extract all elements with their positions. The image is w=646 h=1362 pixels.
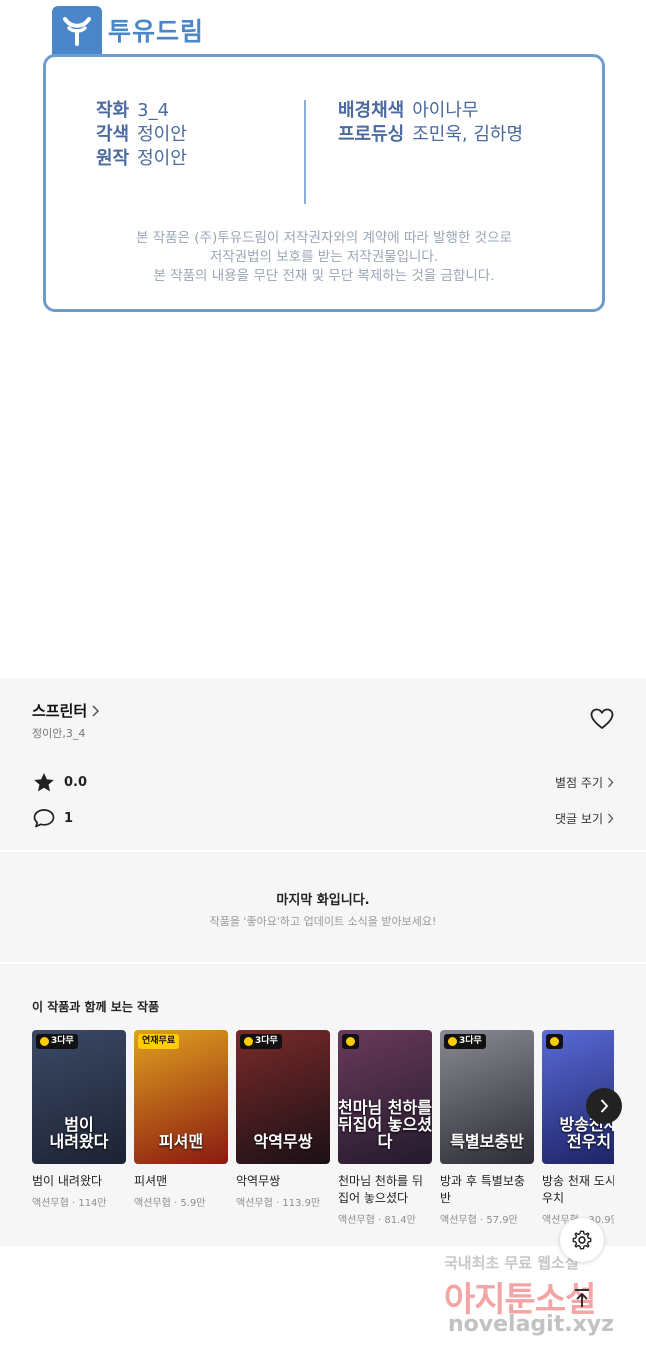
last-episode-section: 마지막 화입니다. 작품을 '좋아요'하고 업데이트 소식을 받아보세요! (0, 852, 646, 962)
notice-line: 본 작품은 (주)투유드림이 저작권자와의 계약에 따라 발행한 것으로 (136, 230, 512, 246)
credits-right-column: 배경채색 아이나무 프로듀싱 조민욱, 김하명 (338, 99, 523, 147)
credits-left-column: 작화 3_4 각색 정이안 원작 정이안 (96, 99, 187, 171)
rate-button[interactable]: 별점 주기 (555, 774, 614, 791)
like-heart-icon[interactable] (590, 708, 614, 734)
badge-label: 3다무 (459, 1036, 482, 1046)
chevron-right-icon (608, 777, 614, 787)
recommendation-card[interactable]: 방송천재 전우치방송 천재 도시 전우치액션무협 · 30.9만 (542, 1030, 614, 1226)
recommendation-card[interactable]: 3다무특별보충반방과 후 특별보충반액션무협 · 57.9만 (440, 1030, 534, 1226)
recommendation-title: 천마님 천하를 뒤집어 놓으셨다 (338, 1174, 423, 1205)
carousel-next-button[interactable] (586, 1088, 622, 1124)
clock-icon (244, 1037, 253, 1046)
recommendation-meta: 액션무협 · 114만 (32, 1198, 107, 1209)
free-badge: 3다무 (240, 1034, 282, 1049)
recommendations-carousel: 3다무 범이 내려왔다 범이 내려왔다 액션무협 · 114만 연재무료 피셔맨 피셔맨 액션… (32, 1030, 614, 1240)
recommendation-card[interactable]: 천마님 천하를 뒤집어 놓으셨다 천마님 천하를 뒤집어 놓으셨다 액션무협 · 8… (338, 1030, 432, 1226)
clock-icon (550, 1037, 559, 1046)
badge-label: 3다무 (51, 1036, 74, 1046)
recommendation-card[interactable]: 연재무료 피셔맨 피셔맨 액션무협 · 5.9만 (134, 1030, 228, 1209)
recommendation-title: 방과 후 특별보충반 (440, 1174, 525, 1205)
cover-title-art: 천마님 천하를 뒤집어 놓으셨다 (338, 1098, 432, 1151)
credit-row: 작화 3_4 (96, 99, 187, 123)
chevron-right-icon (608, 813, 614, 823)
rating-value: 0.0 (64, 774, 88, 790)
comment-count: 1 (64, 810, 74, 826)
cover-thumbnail: 연재무료피셔맨 (134, 1030, 228, 1164)
work-title: 스프린터 (32, 702, 88, 720)
credit-row: 원작 정이안 (96, 147, 187, 171)
recommendation-meta: 액션무협 · 113.9만 (236, 1198, 321, 1209)
rate-label: 별점 주기 (555, 775, 603, 790)
free-badge: 3다무 (444, 1034, 486, 1049)
clock-icon (448, 1037, 457, 1046)
recommendations-heading: 이 작품과 함께 보는 작품 (32, 1000, 160, 1014)
recommendations-section: 이 작품과 함께 보는 작품 3다무 범이 내려왔다 범이 내려왔다 액션무협 · 1… (0, 964, 646, 1246)
cover-title-art: 악역무쌍 (253, 1132, 313, 1151)
copyright-notice: 본 작품은 (주)투유드림이 저작권자와의 계약에 따라 발행한 것으로 저작권… (46, 229, 602, 286)
credit-role: 배경채색 (338, 100, 405, 121)
cover-title-art: 특별보충반 (450, 1132, 524, 1151)
last-episode-subtitle: 작품을 '좋아요'하고 업데이트 소식을 받아보세요! (209, 915, 437, 928)
credit-name: 아이나무 (412, 100, 479, 121)
recommendation-title: 방송 천재 도시 전우치 (542, 1174, 614, 1205)
notice-line: 본 작품의 내용을 무단 전재 및 무단 복제하는 것을 금합니다. (153, 268, 495, 284)
credit-name: 정이안 (137, 124, 187, 145)
credit-row: 각색 정이안 (96, 123, 187, 147)
cover-thumbnail: 3다무특별보충반 (440, 1030, 534, 1164)
scroll-top-button[interactable] (560, 1276, 604, 1320)
credit-name: 조민욱, 김하명 (412, 124, 524, 145)
cover-thumbnail: 3다무악역무쌍 (236, 1030, 330, 1164)
recommendation-meta: 액션무협 · 81.4만 (338, 1215, 416, 1226)
badge-label: 3다무 (255, 1036, 278, 1046)
watermark-tagline: 국내최초 무료 웹소설 (444, 1254, 579, 1272)
star-icon (32, 770, 56, 794)
credit-row: 배경채색 아이나무 (338, 99, 523, 123)
view-comments-button[interactable]: 댓글 보기 (555, 810, 614, 827)
recommendation-title: 범이 내려왔다 (32, 1174, 103, 1188)
gear-icon (572, 1230, 592, 1250)
chevron-right-icon (92, 704, 100, 717)
credit-row: 프로듀싱 조민욱, 김하명 (338, 123, 523, 147)
work-info-section: 스프린터 정이안,3_4 0.0 별점 주기 1 댓글 보기 (0, 678, 646, 850)
chevron-right-icon (600, 1099, 609, 1113)
recommendation-title: 악역무쌍 (236, 1174, 281, 1188)
brand-logo-icon (52, 6, 102, 56)
recommendation-card[interactable]: 3다무 범이 내려왔다 범이 내려왔다 액션무협 · 114만 (32, 1030, 126, 1209)
credits-card: 작화 3_4 각색 정이안 원작 정이안 배경채색 아이나무 프로듀싱 조민욱, 김하명 … (43, 54, 605, 312)
cover-title-art: 범이 내려왔다 (49, 1115, 109, 1151)
comments-row: 1 댓글 보기 (32, 806, 614, 830)
cover-title-art: 피셔맨 (158, 1132, 204, 1151)
cover-thumbnail: 3다무범이 내려왔다 (32, 1030, 126, 1164)
credit-name: 정이안 (137, 148, 187, 169)
clock-icon (346, 1037, 355, 1046)
work-authors: 정이안,3_4 (32, 727, 86, 740)
credits-divider (304, 100, 306, 204)
arrow-up-icon (575, 1289, 589, 1307)
brand-name: 투유드림 (108, 17, 205, 46)
settings-button[interactable] (560, 1218, 604, 1262)
free-badge: 3다무 (36, 1034, 78, 1049)
credit-name: 3_4 (137, 100, 170, 121)
work-title-link[interactable]: 스프린터 (32, 700, 100, 721)
free-badge (342, 1034, 359, 1049)
cover-thumbnail: 천마님 천하를 뒤집어 놓으셨다 (338, 1030, 432, 1164)
recommendation-meta: 액션무협 · 57.9만 (440, 1215, 518, 1226)
free-badge (546, 1034, 563, 1049)
comment-icon (32, 806, 56, 830)
recommendation-meta: 액션무협 · 5.9만 (134, 1198, 206, 1209)
clock-icon (40, 1037, 49, 1046)
free-badge: 연재무료 (138, 1034, 180, 1049)
badge-label: 연재무료 (142, 1036, 176, 1046)
view-comments-label: 댓글 보기 (555, 811, 603, 826)
recommendation-title: 피셔맨 (134, 1174, 168, 1188)
credit-role: 작화 (96, 100, 130, 121)
last-episode-title: 마지막 화입니다. (276, 893, 370, 908)
notice-line: 저작권법의 보호를 받는 저작권물입니다. (209, 249, 439, 265)
recommendation-card[interactable]: 3다무 악역무쌍 악역무쌍 액션무협 · 113.9만 (236, 1030, 330, 1209)
credits-panel: 투유드림 작화 3_4 각색 정이안 원작 정이안 배경채색 아이나무 프로듀싱 조민욱,… (0, 0, 646, 330)
credit-role: 프로듀싱 (338, 124, 405, 145)
rating-row: 0.0 별점 주기 (32, 770, 614, 794)
credit-role: 각색 (96, 124, 130, 145)
credit-role: 원작 (96, 148, 130, 169)
